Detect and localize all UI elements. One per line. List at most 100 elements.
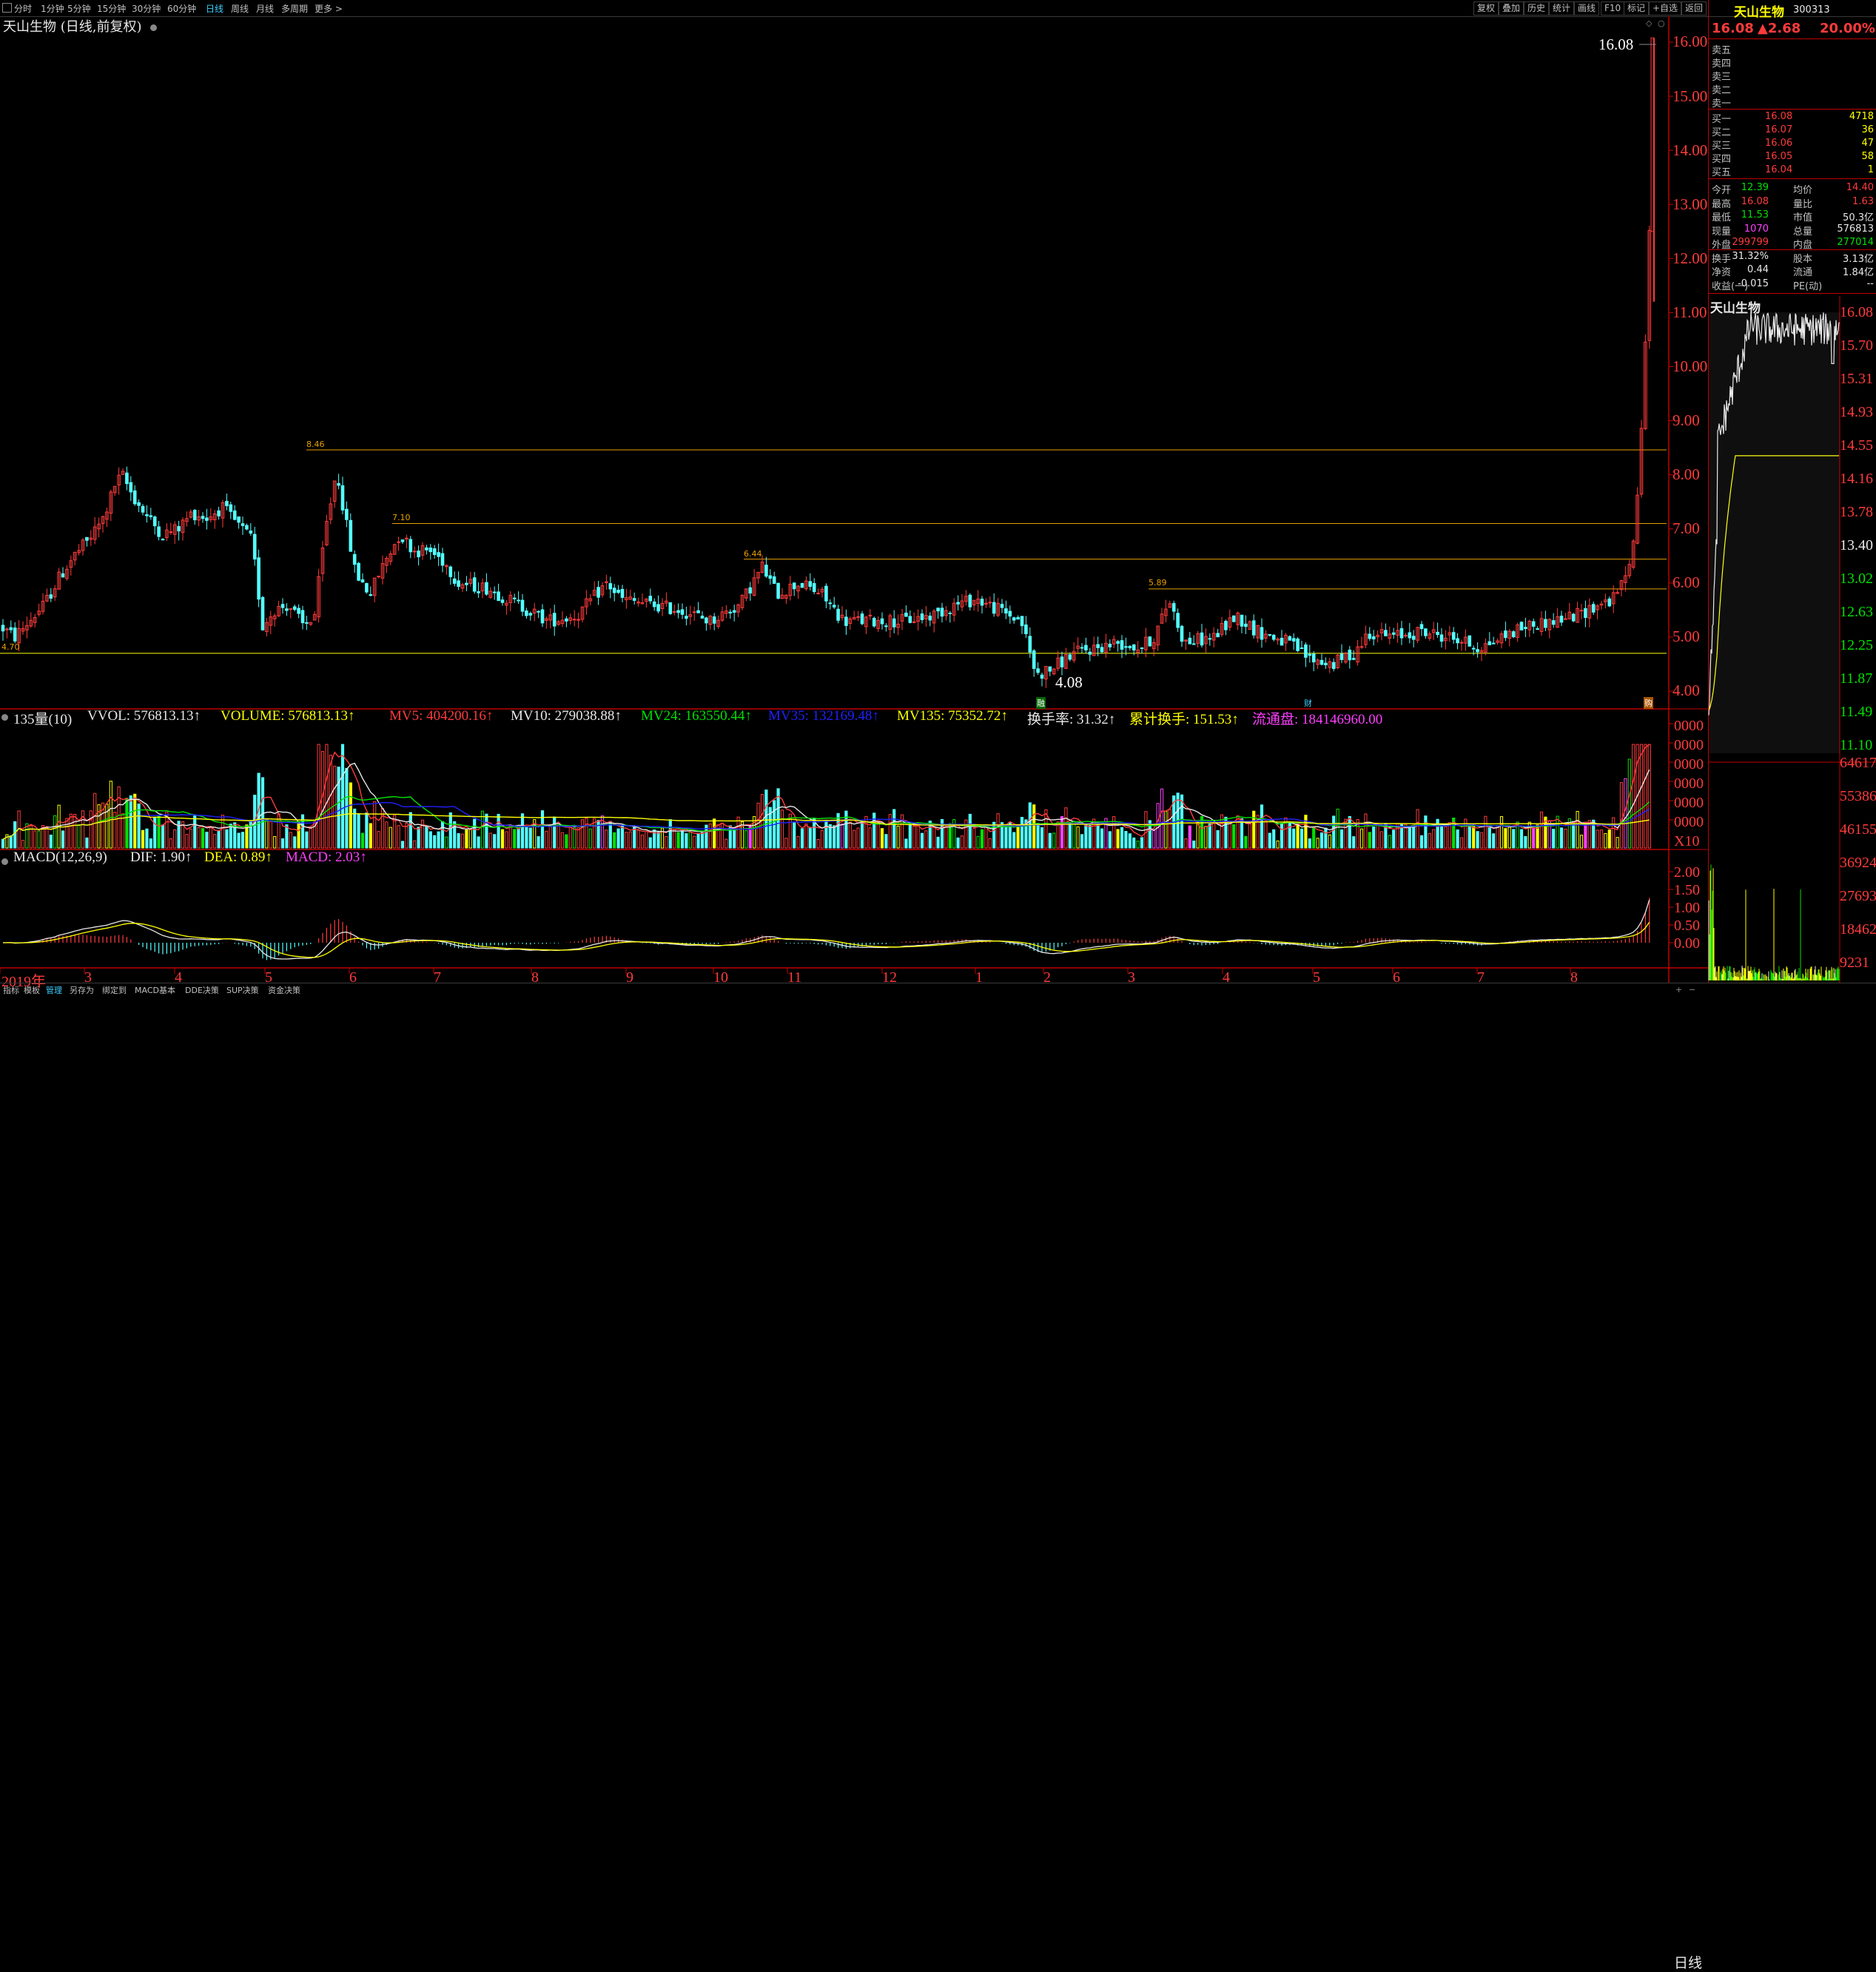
macd-axis-label: 0.00 — [1674, 935, 1700, 952]
volume-bar — [241, 832, 245, 849]
volume-prefix[interactable]: 135量(10) — [13, 708, 72, 728]
volume-bar — [776, 788, 780, 849]
level-label: 8.46 — [306, 440, 325, 449]
candle-body — [676, 610, 680, 613]
tab-save-as[interactable]: 另存为 — [70, 984, 94, 996]
candle-body — [1571, 613, 1576, 622]
indicator-dot-icon[interactable] — [1, 714, 8, 721]
tab-template[interactable]: 模板 — [24, 984, 40, 996]
candle-body — [772, 576, 776, 584]
kline-chart[interactable] — [0, 0, 1876, 994]
mini-price-label: 13.02 — [1840, 571, 1873, 587]
candle-body — [1200, 632, 1204, 646]
period-indicator[interactable]: 日线 — [1674, 1952, 1702, 1972]
candle-body — [260, 596, 265, 630]
mini-price-label: 13.78 — [1840, 504, 1873, 520]
macd-label[interactable]: MACD(12,26,9) — [13, 849, 107, 866]
event-marker[interactable]: 融 — [1036, 697, 1046, 709]
stat-value: 576813 — [1837, 223, 1874, 235]
volume-bar — [473, 818, 477, 849]
event-marker[interactable]: 购 — [1644, 697, 1653, 709]
level-label: 6.44 — [744, 549, 762, 559]
tab-dde-decision[interactable]: DDE决策 — [185, 984, 219, 996]
volume-bar — [796, 835, 800, 849]
volume-bar — [1288, 821, 1291, 849]
volume-bar — [488, 832, 492, 849]
candle-body — [1579, 610, 1584, 612]
candle-body — [1439, 634, 1444, 642]
candle-body — [1319, 659, 1324, 665]
volume-bar — [1036, 823, 1040, 849]
candle-body — [1408, 632, 1412, 639]
level-label: 7.10 — [392, 513, 411, 522]
candle-body — [1244, 623, 1248, 627]
volume-bar — [309, 828, 312, 849]
buy-level-label: 买五 — [1712, 167, 1732, 178]
volume-bar — [445, 836, 448, 849]
candle-body — [884, 625, 888, 627]
tab-bind-to[interactable]: 绑定到 — [102, 984, 127, 996]
candle-body — [1436, 631, 1439, 636]
volume-bar — [325, 744, 329, 849]
volume-bar — [53, 815, 57, 849]
stat-value: 3.13亿 — [1843, 253, 1874, 265]
candle-body — [1491, 642, 1496, 645]
candle-body — [1224, 621, 1228, 630]
zoom-out-icon[interactable]: − — [1689, 985, 1695, 995]
candle-body — [61, 573, 65, 578]
volume-axis-label: 0000 — [1674, 718, 1704, 734]
candle-body — [656, 604, 660, 612]
float-shares-value: 流通盘: 184146960.00 — [1252, 712, 1383, 727]
tab-manage[interactable]: 管理 — [46, 984, 62, 996]
candle-body — [357, 562, 360, 581]
candle-body — [177, 525, 181, 532]
volume-bar — [588, 828, 592, 849]
volume-bar — [13, 821, 17, 849]
candle-body — [537, 610, 540, 613]
stock-name: 天山生物 — [1734, 5, 1784, 20]
mini-volume-label: 9231 — [1840, 955, 1869, 971]
event-marker[interactable]: 财 — [1304, 697, 1312, 709]
macd-settings[interactable] — [1, 854, 8, 868]
volume-bar — [360, 832, 365, 849]
tab-sup-decision[interactable]: SUP决策 — [226, 984, 259, 996]
volume-axis-label: 0000 — [1674, 795, 1704, 811]
stat-label: 净资 — [1712, 267, 1732, 278]
mini-price-label: 16.08 — [1840, 304, 1873, 320]
tab-fund-decision[interactable]: 资金决策 — [268, 984, 300, 996]
candle-body — [672, 611, 676, 613]
candle-body — [1391, 632, 1396, 635]
candle-body — [1048, 666, 1052, 672]
volume-indicator-line — [1, 710, 8, 724]
candle-body — [1324, 662, 1328, 665]
volume-bar — [537, 836, 540, 849]
candle-body — [1231, 615, 1236, 622]
indicator-dot-icon[interactable] — [1, 858, 8, 865]
volume-bar — [920, 832, 924, 849]
volume-bar — [345, 767, 349, 849]
volume-bar — [525, 827, 528, 849]
volume-bar — [141, 829, 145, 849]
stat-label: 股本 — [1793, 253, 1813, 265]
volume-bar — [620, 825, 625, 849]
mini-volume-label: 18462 — [1840, 921, 1876, 938]
tab-macd-basic[interactable]: MACD基本 — [135, 984, 175, 996]
volume-bar — [1596, 829, 1599, 849]
candle-body — [608, 583, 613, 590]
candle-body — [1476, 649, 1479, 653]
candle-body — [192, 510, 197, 521]
zoom-in-icon[interactable]: + — [1675, 985, 1682, 995]
volume-bar — [1484, 815, 1487, 849]
candle-body — [1424, 628, 1428, 636]
candle-body — [477, 591, 480, 593]
candle-body — [525, 610, 528, 616]
tab-indicator[interactable]: 指标 — [3, 984, 19, 996]
volume-bar — [673, 829, 676, 849]
volume-bar — [93, 792, 97, 849]
volume-axis-label: 0000 — [1674, 814, 1704, 830]
candle-body — [141, 505, 145, 513]
volume-bar — [1647, 744, 1651, 849]
volume-bar — [756, 802, 760, 849]
volume-bar — [109, 781, 112, 849]
price-axis-label: 15.00 — [1672, 87, 1708, 105]
